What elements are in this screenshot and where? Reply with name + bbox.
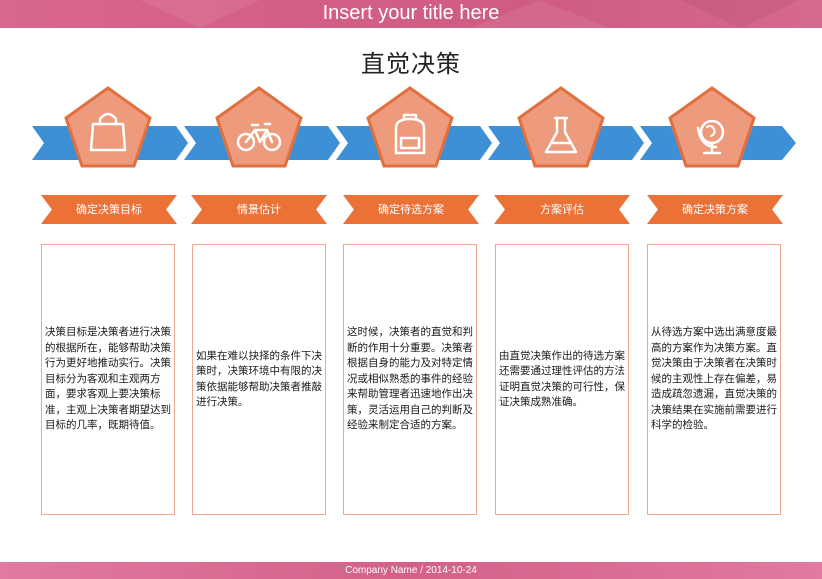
step-3-ribbon: 确定待选方案 (343, 195, 479, 224)
step-5-description-card: 从待选方案中选出满意度最高的方案作为决策方案。直觉决策由于决策者在决策时候的主观… (647, 244, 781, 515)
step-3-label: 确定待选方案 (378, 203, 444, 216)
step-1-description-card: 决策目标是决策者进行决策的根据所在，能够帮助决策行为更好地推动实行。决策目标分为… (41, 244, 175, 515)
step-2-description-card: 如果在难以抉择的条件下决策时，决策环境中有限的决策依据能够帮助决策者推敲进行决策… (192, 244, 326, 515)
page-title: 直觉决策 (361, 50, 461, 78)
step-4-description: 由直觉决策作出的待选方案还需要通过理性评估的方法证明直觉决策的可行性，保证决策成… (499, 349, 625, 409)
process-flow-graphic (32, 86, 796, 168)
step-1-pentagon (64, 86, 152, 168)
step-3-pentagon (366, 86, 454, 168)
step-1-ribbon: 确定决策目标 (41, 195, 177, 224)
step-4-label: 方案评估 (540, 203, 584, 216)
step-2-description: 如果在难以抉择的条件下决策时，决策环境中有限的决策依据能够帮助决策者推敲进行决策… (196, 349, 322, 409)
step-4-description-card: 由直觉决策作出的待选方案还需要通过理性评估的方法证明直觉决策的可行性，保证决策成… (495, 244, 629, 515)
step-5-description: 从待选方案中选出满意度最高的方案作为决策方案。直觉决策由于决策者在决策时候的主观… (651, 326, 777, 432)
step-5-pentagon (668, 86, 756, 168)
step-2-ribbon: 情景估计 (191, 195, 327, 224)
step-5-label: 确定决策方案 (682, 203, 748, 216)
header-bar: Insert your title here (0, 0, 822, 28)
step-2-label: 情景估计 (237, 203, 281, 216)
step-3-description-card: 这时候，决策者的直觉和判断的作用十分重要。决策者根据自身的能力及对特定情况或相似… (343, 244, 477, 515)
header-title: Insert your title here (322, 2, 500, 24)
step-1-label: 确定决策目标 (76, 203, 142, 216)
step-3-description: 这时候，决策者的直觉和判断的作用十分重要。决策者根据自身的能力及对特定情况或相似… (347, 326, 473, 432)
step-4-pentagon (517, 86, 605, 168)
step-2-pentagon (215, 86, 303, 168)
footer-text: Company Name / 2014-10-24 (345, 565, 477, 576)
step-4-ribbon: 方案评估 (494, 195, 630, 224)
footer-bar: Company Name / 2014-10-24 (0, 562, 822, 579)
step-5-ribbon: 确定决策方案 (647, 195, 783, 224)
step-1-description: 决策目标是决策者进行决策的根据所在，能够帮助决策行为更好地推动实行。决策目标分为… (45, 326, 171, 432)
